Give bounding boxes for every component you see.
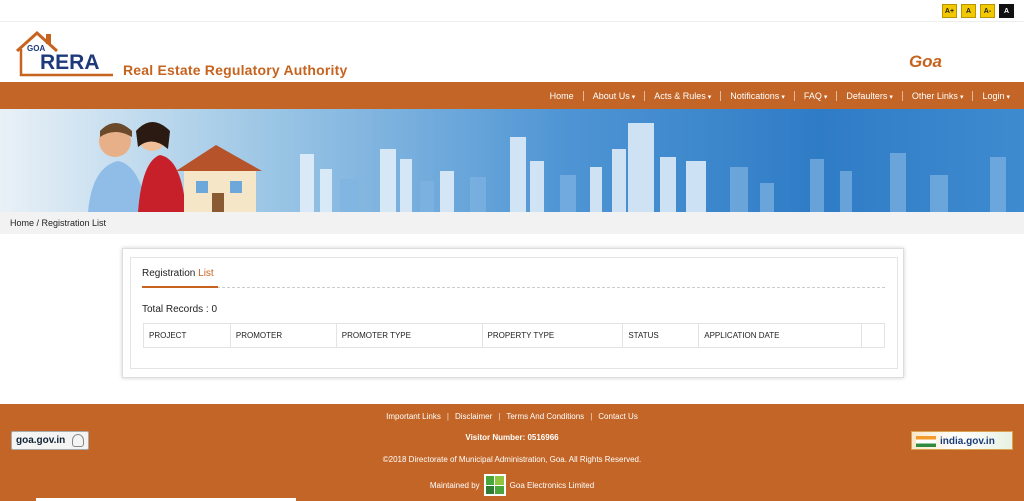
footer-separator: | (498, 412, 501, 421)
caret-down-icon: ▾ (781, 93, 785, 101)
caret-down-icon: ▾ (707, 93, 712, 101)
nav-notifications-label: Notifications (730, 90, 780, 101)
nav-home[interactable]: Home (541, 91, 583, 101)
col-property-type[interactable]: PROPERTY TYPE (481, 323, 624, 348)
col-actions (860, 323, 886, 348)
nav-login-label: Login (982, 90, 1005, 101)
col-promoter-type[interactable]: PROMOTER TYPE (335, 323, 483, 348)
footer-links: Important Links | Disclaimer | Terms And Con… (0, 412, 1024, 421)
col-project[interactable]: PROJECT (143, 323, 231, 348)
visitor-counter: Visitor Number: 0516966 (465, 433, 559, 442)
nav-defaulters[interactable]: Defaulters ▾ (836, 90, 902, 101)
main-nav: Home About Us ▾ Acts & Rules ▾ Notificatio… (0, 82, 1024, 109)
nav-login[interactable]: Login ▾ (972, 90, 1019, 101)
footer-link-disclaimer[interactable]: Disclaimer (455, 412, 492, 421)
caret-down-icon: ▾ (889, 93, 893, 101)
breadcrumb-bar: Home / Registration List (0, 212, 1024, 234)
col-promoter[interactable]: PROMOTER (229, 323, 337, 348)
footer-link-terms[interactable]: Terms And Conditions (506, 412, 584, 421)
nav-acts-rules-label: Acts & Rules (654, 90, 706, 101)
nav-notifications[interactable]: Notifications ▾ (720, 90, 794, 101)
total-records: Total Records : 0 (142, 304, 218, 315)
nav-defaulters-label: Defaulters (846, 90, 888, 101)
maintained-by-label: Maintained by (429, 480, 480, 490)
city-skyline-illustration (88, 122, 1006, 212)
registration-list-card: Registration List Total Records : 0 PROJ… (122, 248, 904, 378)
couple-illustration (88, 122, 186, 212)
caret-down-icon: ▾ (1006, 93, 1010, 101)
footer-link-contact[interactable]: Contact Us (598, 412, 638, 421)
caret-down-icon: ▾ (959, 93, 964, 101)
hero-banner (0, 109, 1024, 212)
nav-about-us[interactable]: About Us ▾ (582, 90, 645, 101)
font-normal-button[interactable]: A (961, 4, 976, 18)
goa-gov-link[interactable]: goa.gov.in (11, 431, 89, 450)
panel-title-part1: Registration (142, 268, 199, 279)
house-illustration (176, 145, 262, 212)
font-decrease-button[interactable]: A- (980, 4, 995, 18)
nav-about-us-label: About Us (592, 90, 630, 101)
site-header: GOA RERA Real Estate Regulatory Authorit… (0, 22, 1024, 82)
nav-faq-label: FAQ (803, 90, 822, 101)
footer-separator: | (590, 412, 593, 421)
font-size-controls: A+ A A- A (942, 4, 1014, 18)
footer-separator: | (446, 412, 449, 421)
breadcrumb: Home / Registration List (10, 218, 107, 228)
rera-logo[interactable]: GOA RERA (13, 27, 121, 79)
caret-down-icon: ▾ (823, 93, 828, 101)
footer-link-important-links[interactable]: Important Links (386, 412, 441, 421)
col-application-date[interactable]: APPLICATION DATE (698, 323, 862, 348)
top-strip: A+ A A- A (0, 0, 1024, 22)
state-emblem-icon (72, 434, 84, 447)
site-footer: Important Links | Disclaimer | Terms And Con… (0, 404, 1024, 501)
panel-title-part2: List (198, 268, 214, 279)
nav-other-links-label: Other Links (911, 90, 958, 101)
title-divider (142, 287, 885, 288)
col-status[interactable]: STATUS (622, 323, 700, 348)
font-increase-button[interactable]: A+ (942, 4, 957, 18)
india-gov-link[interactable]: india.gov.in (911, 431, 1013, 450)
registration-table: PROJECT PROMOTER PROMOTER TYPE PROPERTY … (143, 323, 886, 348)
goa-electronics-logo (483, 474, 506, 496)
nav-other-links[interactable]: Other Links ▾ (901, 90, 973, 101)
goa-gov-label: goa.gov.in (16, 435, 66, 446)
nav-acts-rules[interactable]: Acts & Rules ▾ (644, 90, 720, 101)
table-header-row: PROJECT PROMOTER PROMOTER TYPE PROPERTY … (143, 323, 886, 348)
maintained-by: Maintained by Goa Electronics Limited (0, 474, 1024, 496)
registration-panel: Registration List Total Records : 0 PROJ… (130, 257, 898, 369)
india-flag-icon (916, 436, 936, 447)
caret-down-icon: ▾ (631, 93, 636, 101)
state-name: Goa (908, 52, 942, 71)
site-tagline: Real Estate Regulatory Authority (123, 62, 348, 78)
india-gov-label: india.gov.in (940, 436, 995, 447)
panel-title: Registration List (142, 268, 214, 279)
nav-faq[interactable]: FAQ ▾ (793, 90, 837, 101)
maintainer-name: Goa Electronics Limited (509, 480, 595, 490)
title-accent-line (142, 286, 218, 288)
nav-home-label: Home (549, 90, 574, 101)
logo-big-text: RERA (40, 51, 100, 74)
copyright-text: ©2018 Directorate of Municipal Administr… (382, 455, 642, 464)
high-contrast-button[interactable]: A (999, 4, 1014, 18)
